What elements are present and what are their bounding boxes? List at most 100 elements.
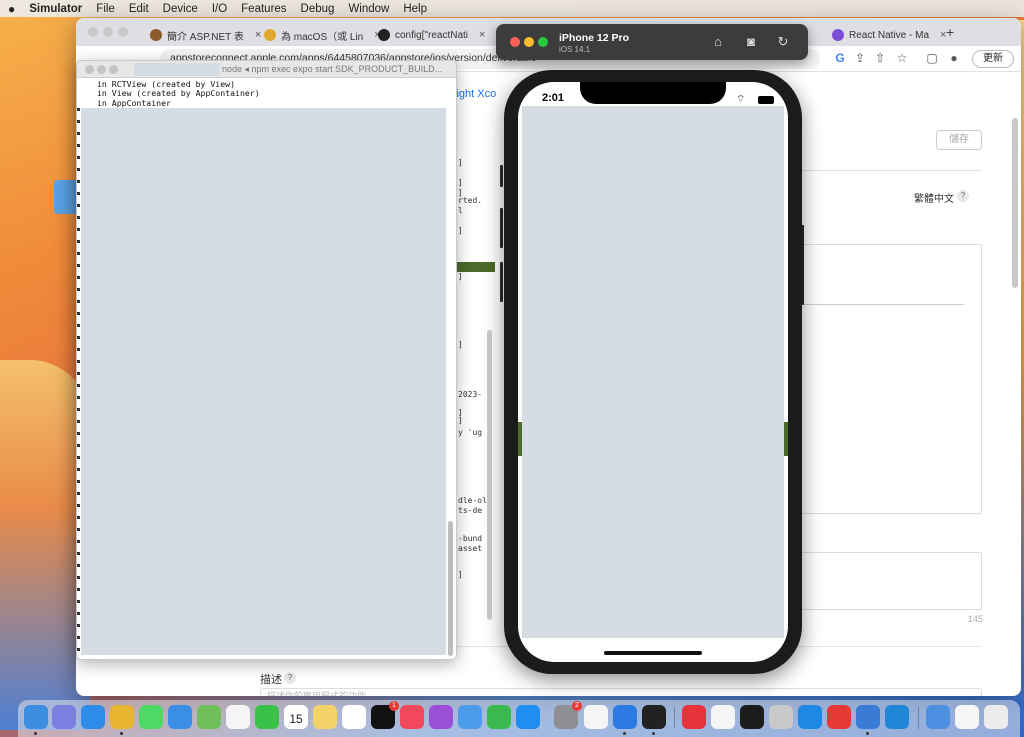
photos-icon[interactable]	[226, 705, 250, 729]
running-indicator	[652, 732, 655, 735]
app-content-redacted[interactable]	[522, 106, 784, 638]
new-tab-button[interactable]: +	[946, 24, 954, 40]
share-icon[interactable]: ⇧	[872, 51, 888, 67]
notes-icon[interactable]	[313, 705, 337, 729]
activity-monitor-icon[interactable]	[740, 705, 764, 729]
zoom-window-button[interactable]	[109, 65, 118, 74]
battery-icon	[758, 96, 774, 104]
rotate-icon[interactable]: ↻	[775, 34, 791, 50]
log-line: l	[458, 206, 463, 215]
apple-icon[interactable]: ●	[8, 2, 15, 16]
home-icon[interactable]: ⌂	[710, 34, 726, 50]
freeform-icon[interactable]	[342, 705, 366, 729]
running-indicator	[34, 732, 37, 735]
xcode-icon[interactable]	[613, 705, 637, 729]
log-line: ]	[458, 226, 463, 235]
minimize-window-button[interactable]	[524, 37, 534, 47]
downloads-folder-icon[interactable]	[926, 705, 950, 729]
phone-screen[interactable]: 2:01 ⌔	[518, 82, 788, 662]
github-icon	[378, 29, 390, 41]
tab-react-native[interactable]: React Native - Ma ×	[824, 24, 954, 46]
terminal-title: node ◂ npm exec expo start SDK_PRODUCT_B…	[222, 64, 443, 74]
maps-icon[interactable]	[197, 705, 221, 729]
help-icon[interactable]: ?	[284, 672, 296, 684]
minimize-window-button[interactable]	[103, 27, 113, 37]
avira-icon[interactable]	[711, 705, 735, 729]
log-line: ]	[458, 178, 463, 187]
home-indicator[interactable]	[604, 651, 702, 655]
mail-icon[interactable]	[168, 705, 192, 729]
language-selector[interactable]: 繁體中文	[914, 190, 954, 205]
menu-simulator[interactable]: Simulator	[29, 3, 82, 15]
description-input[interactable]: 描述你的應用程式的功能	[260, 688, 982, 696]
teamviewer-icon[interactable]	[798, 705, 822, 729]
menu-help[interactable]: Help	[403, 3, 427, 15]
terminal-output[interactable]: in RCTView (created by View) in View (cre…	[97, 79, 260, 108]
launchpad-icon[interactable]	[52, 705, 76, 729]
menu-edit[interactable]: Edit	[129, 3, 149, 15]
page-scrollbar[interactable]	[1012, 118, 1018, 288]
anydesk-icon[interactable]	[682, 705, 706, 729]
log-line: rted.	[458, 196, 483, 205]
tab-github[interactable]: config["reactNati ×	[370, 24, 493, 46]
screenshot-icon[interactable]: ◙	[743, 34, 759, 50]
terminal-title-bar: node ◂ npm exec expo start SDK_PRODUCT_B…	[77, 61, 456, 78]
log-line: ]	[458, 416, 463, 425]
google-icon[interactable]: G	[832, 51, 848, 67]
document-stack-icon[interactable]	[955, 705, 979, 729]
close-window-button[interactable]	[85, 65, 94, 74]
dock: 15 1 2	[18, 700, 1020, 737]
podcasts-icon[interactable]	[429, 705, 453, 729]
menu-features[interactable]: Features	[241, 3, 286, 15]
tab-macos[interactable]: 為 macOS（或 Lin ×	[256, 24, 389, 46]
tab-aspnet[interactable]: 簡介 ASP.NET 表 ×	[142, 24, 269, 46]
vscode-icon[interactable]	[885, 705, 909, 729]
trash-icon[interactable]	[984, 705, 1008, 729]
finder-icon[interactable]	[24, 705, 48, 729]
mute-switch[interactable]	[500, 165, 503, 187]
calendar-icon[interactable]: 15	[284, 705, 308, 729]
log-scrollbar[interactable]	[487, 330, 492, 620]
minimize-window-button[interactable]	[97, 65, 106, 74]
disk-utility-icon[interactable]	[769, 705, 793, 729]
help-icon[interactable]: ?	[957, 190, 969, 202]
numbers-icon[interactable]	[487, 705, 511, 729]
menu-io[interactable]: I/O	[212, 3, 227, 15]
close-window-button[interactable]	[88, 27, 98, 37]
terminal-scrollbar[interactable]	[448, 521, 453, 656]
menu-debug[interactable]: Debug	[301, 3, 335, 15]
chrome-icon[interactable]	[110, 705, 134, 729]
pear-icon	[264, 29, 276, 41]
keynote-icon[interactable]	[458, 705, 482, 729]
bookmark-star-icon[interactable]: ☆	[894, 51, 910, 67]
menu-device[interactable]: Device	[163, 3, 198, 15]
safari-icon[interactable]	[81, 705, 105, 729]
menu-file[interactable]: File	[96, 3, 115, 15]
save-button[interactable]: 儲存	[936, 130, 982, 150]
update-button[interactable]: 更新	[972, 50, 1014, 68]
simulator-icon[interactable]	[856, 705, 880, 729]
terminal-icon[interactable]	[642, 705, 666, 729]
close-window-button[interactable]	[510, 37, 520, 47]
volume-down-button[interactable]	[500, 262, 503, 302]
sidebar-icon[interactable]: ▢	[924, 51, 940, 67]
textedit-icon[interactable]	[584, 705, 608, 729]
menu-window[interactable]: Window	[348, 3, 389, 15]
music-icon[interactable]	[400, 705, 424, 729]
appstore-icon[interactable]	[516, 705, 540, 729]
running-indicator	[623, 732, 626, 735]
translate-icon[interactable]: ⇪	[852, 51, 868, 67]
volume-up-button[interactable]	[500, 208, 503, 248]
zoom-window-button[interactable]	[538, 37, 548, 47]
zoom-window-button[interactable]	[118, 27, 128, 37]
vpn-icon[interactable]	[827, 705, 851, 729]
app-tabs-partial[interactable]: light Xco	[454, 88, 496, 100]
profile-icon[interactable]: ●	[946, 51, 962, 67]
folder-icon[interactable]	[54, 180, 78, 214]
log-highlight	[455, 262, 495, 272]
notification-badge: 1	[389, 701, 399, 711]
messages-icon[interactable]	[139, 705, 163, 729]
close-icon[interactable]: ×	[479, 29, 485, 41]
dock-separator	[918, 707, 919, 729]
facetime-icon[interactable]	[255, 705, 279, 729]
